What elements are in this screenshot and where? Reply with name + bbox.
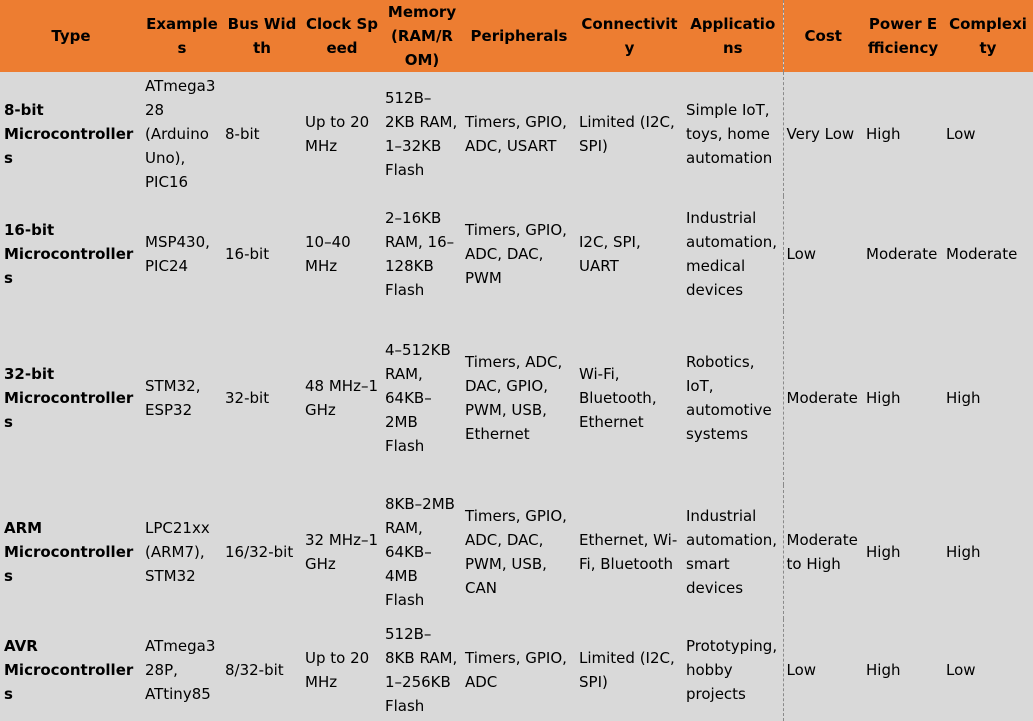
cell-clock-speed: 48 MHz–1 GHz: [302, 311, 382, 485]
cell-complexity: High: [943, 311, 1033, 485]
cell-bus-width: 16/32-bit: [222, 485, 302, 619]
cell-applications: Prototyping, hobby projects: [683, 619, 783, 721]
header-connectivity: Connectivity: [576, 0, 683, 72]
cell-memory: 8KB–2MB RAM, 64KB–4MB Flash: [382, 485, 462, 619]
cell-type: ARM Microcontrollers: [0, 485, 142, 619]
cell-examples: STM32, ESP32: [142, 311, 222, 485]
cell-bus-width: 32-bit: [222, 311, 302, 485]
cell-applications: Industrial automation, medical devices: [683, 196, 783, 311]
cell-bus-width: 8-bit: [222, 72, 302, 196]
cell-examples: LPC21xx (ARM7), STM32: [142, 485, 222, 619]
header-examples: Examples: [142, 0, 222, 72]
cell-complexity: Moderate: [943, 196, 1033, 311]
cell-connectivity: Wi-Fi, Bluetooth, Ethernet: [576, 311, 683, 485]
cell-applications: Industrial automation, smart devices: [683, 485, 783, 619]
cell-connectivity: Ethernet, Wi-Fi, Bluetooth: [576, 485, 683, 619]
cell-clock-speed: Up to 20 MHz: [302, 619, 382, 721]
cell-power-efficiency: High: [863, 311, 943, 485]
cell-bus-width: 8/32-bit: [222, 619, 302, 721]
cell-examples: ATmega328P, ATtiny85: [142, 619, 222, 721]
cell-bus-width: 16-bit: [222, 196, 302, 311]
cell-power-efficiency: High: [863, 485, 943, 619]
cell-type: AVR Microcontrollers: [0, 619, 142, 721]
cell-cost: Very Low: [782, 72, 863, 196]
cell-complexity: High: [943, 485, 1033, 619]
header-clock-speed: Clock Speed: [302, 0, 382, 72]
microcontroller-comparison-table: Type Examples Bus Width Clock Speed Memo…: [0, 0, 1033, 721]
cell-power-efficiency: High: [863, 619, 943, 721]
header-power-efficiency: Power Efficiency: [863, 0, 943, 72]
header-cost: Cost: [782, 0, 863, 72]
cell-connectivity: I2C, SPI, UART: [576, 196, 683, 311]
cell-cost: Moderate: [782, 311, 863, 485]
cell-memory: 512B–2KB RAM, 1–32KB Flash: [382, 72, 462, 196]
cell-type: 16-bit Microcontrollers: [0, 196, 142, 311]
header-type: Type: [0, 0, 142, 72]
cell-clock-speed: 32 MHz–1 GHz: [302, 485, 382, 619]
cell-connectivity: Limited (I2C, SPI): [576, 619, 683, 721]
cell-type: 8-bit Microcontrollers: [0, 72, 142, 196]
cell-examples: MSP430, PIC24: [142, 196, 222, 311]
cell-power-efficiency: Moderate: [863, 196, 943, 311]
cell-peripherals: Timers, GPIO, ADC, DAC, PWM: [462, 196, 576, 311]
cell-cost: Moderate to High: [782, 485, 863, 619]
cell-clock-speed: 10–40 MHz: [302, 196, 382, 311]
cell-memory: 512B–8KB RAM, 1–256KB Flash: [382, 619, 462, 721]
cell-connectivity: Limited (I2C, SPI): [576, 72, 683, 196]
header-peripherals: Peripherals: [462, 0, 576, 72]
table-row: AVR Microcontrollers ATmega328P, ATtiny8…: [0, 619, 1033, 721]
table-row: 16-bit Microcontrollers MSP430, PIC24 16…: [0, 196, 1033, 311]
cell-clock-speed: Up to 20 MHz: [302, 72, 382, 196]
header-row: Type Examples Bus Width Clock Speed Memo…: [0, 0, 1033, 72]
header-bus-width: Bus Width: [222, 0, 302, 72]
cell-peripherals: Timers, GPIO, ADC, USART: [462, 72, 576, 196]
cell-peripherals: Timers, ADC, DAC, GPIO, PWM, USB, Ethern…: [462, 311, 576, 485]
table-row: 32-bit Microcontrollers STM32, ESP32 32-…: [0, 311, 1033, 485]
header-memory: Memory (RAM/ROM): [382, 0, 462, 72]
cell-memory: 2–16KB RAM, 16–128KB Flash: [382, 196, 462, 311]
cell-applications: Robotics, IoT, automotive systems: [683, 311, 783, 485]
header-complexity: Complexity: [943, 0, 1033, 72]
cell-peripherals: Timers, GPIO, ADC, DAC, PWM, USB, CAN: [462, 485, 576, 619]
cell-complexity: Low: [943, 72, 1033, 196]
cell-examples: ATmega328 (Arduino Uno), PIC16: [142, 72, 222, 196]
cell-cost: Low: [782, 619, 863, 721]
table-row: ARM Microcontrollers LPC21xx (ARM7), STM…: [0, 485, 1033, 619]
cell-cost: Low: [782, 196, 863, 311]
cell-type: 32-bit Microcontrollers: [0, 311, 142, 485]
cell-applications: Simple IoT, toys, home automation: [683, 72, 783, 196]
cell-complexity: Low: [943, 619, 1033, 721]
cell-peripherals: Timers, GPIO, ADC: [462, 619, 576, 721]
cell-memory: 4–512KB RAM, 64KB–2MB Flash: [382, 311, 462, 485]
header-applications: Applications: [683, 0, 783, 72]
cell-power-efficiency: High: [863, 72, 943, 196]
table-row: 8-bit Microcontrollers ATmega328 (Arduin…: [0, 72, 1033, 196]
